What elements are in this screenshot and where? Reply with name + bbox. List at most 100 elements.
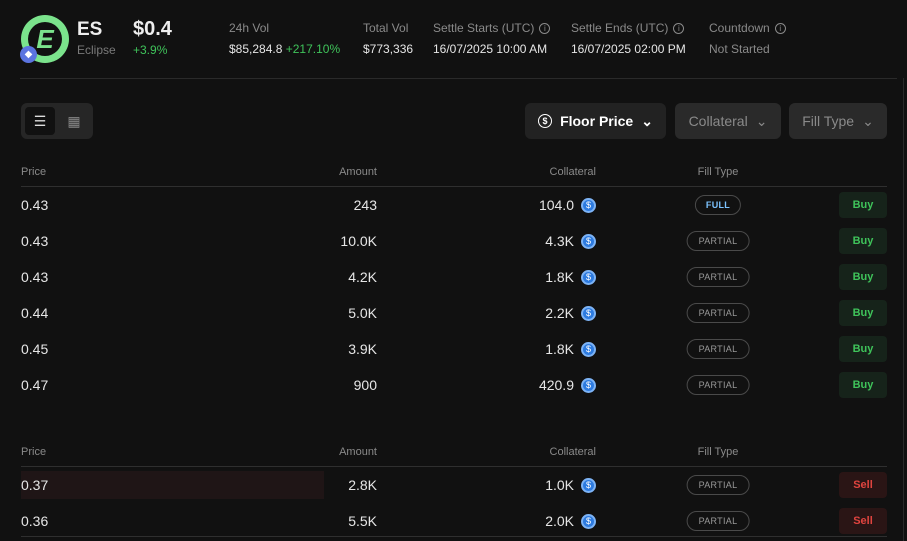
info-icon[interactable]: i [539, 22, 551, 34]
order-collateral: 1.0K $ [545, 477, 596, 493]
collateral-dropdown[interactable]: Collateral ⌄ [675, 103, 781, 139]
fill-type-badge: PARTIAL [686, 231, 750, 251]
buy-button[interactable]: Buy [839, 192, 887, 218]
floor-price-dropdown[interactable]: $ Floor Price ⌄ [525, 103, 666, 139]
order-collateral: 1.8K $ [545, 269, 596, 285]
stat-change: +217.10% [285, 42, 341, 56]
sell-orders-table: Price Amount Collateral Fill Type 0.37 2… [21, 437, 887, 539]
usdc-icon: $ [581, 233, 596, 249]
token-price: $0.4 [133, 18, 172, 40]
table-row[interactable]: 0.47 900 420.9 $ PARTIAL Buy [21, 367, 887, 403]
sell-button[interactable]: Sell [839, 472, 887, 498]
stat-label: Total Vol [363, 21, 409, 35]
footer-divider [21, 536, 887, 537]
dropdown-label: Collateral [688, 113, 748, 129]
collateral-value: 1.8K [545, 269, 574, 285]
chevron-down-icon: ⌄ [862, 112, 874, 129]
info-icon[interactable]: i [673, 22, 685, 34]
order-price: 0.37 [21, 477, 49, 493]
collateral-value: 2.0K [545, 513, 574, 529]
fill-type-badge: PARTIAL [686, 511, 750, 531]
order-collateral: 420.9 $ [539, 377, 596, 393]
chevron-down-icon: ⌄ [755, 112, 768, 129]
stat-label: 24h Vol [229, 21, 270, 35]
stat-24h-vol: 24h Vol $85,284.8 +217.10% [229, 21, 340, 56]
dropdown-label: Fill Type [802, 113, 855, 129]
table-row[interactable]: 0.36 5.5K 2.0K $ PARTIAL Sell [21, 503, 887, 539]
stat-label: Countdown [709, 21, 770, 35]
table-row[interactable]: 0.43 243 104.0 $ FULL Buy [21, 187, 887, 223]
view-toggle: ☰ ▦ [21, 103, 93, 139]
stat-label: Settle Ends (UTC) [571, 21, 669, 35]
grid-view-icon[interactable]: ▦ [59, 107, 89, 135]
fill-type-badge: PARTIAL [686, 375, 750, 395]
info-icon[interactable]: i [774, 22, 786, 34]
dollar-icon: $ [538, 114, 553, 128]
header-amount: Amount [339, 165, 377, 178]
list-view-icon[interactable]: ☰ [25, 107, 55, 135]
order-collateral: 2.0K $ [545, 513, 596, 529]
depth-bar [21, 471, 325, 499]
header-divider [20, 78, 897, 79]
table-row[interactable]: 0.43 10.0K 4.3K $ PARTIAL Buy [21, 223, 887, 259]
token-symbol: ES [77, 19, 103, 40]
order-amount: 2.8K [348, 477, 377, 493]
fill-type-badge: FULL [694, 195, 742, 215]
stat-value: $85,284.8 [229, 42, 283, 56]
usdc-icon: $ [581, 513, 596, 529]
fill-type-badge: PARTIAL [686, 339, 750, 359]
sell-button[interactable]: Sell [839, 508, 887, 534]
table-row[interactable]: 0.37 2.8K 1.0K $ PARTIAL Sell [21, 467, 887, 503]
stat-value: $773,336 [363, 42, 414, 56]
order-amount: 4.2K [348, 269, 377, 285]
order-amount: 3.9K [348, 341, 377, 357]
collateral-value: 2.2K [545, 305, 574, 321]
chevron-down-icon: ⌄ [641, 112, 653, 129]
collateral-value: 1.0K [545, 477, 574, 493]
dropdown-label: Floor Price [560, 113, 634, 129]
header-fill-type: Fill Type [697, 165, 739, 178]
fill-type-badge: PARTIAL [686, 267, 750, 287]
stat-settle-starts: Settle Starts (UTC) i 16/07/2025 10:00 AM [433, 21, 551, 56]
usdc-icon: $ [581, 341, 596, 357]
table-header: Price Amount Collateral Fill Type [21, 157, 887, 187]
stat-value: 16/07/2025 02:00 PM [571, 42, 686, 56]
panel-border [903, 78, 904, 541]
collateral-value: 1.8K [545, 341, 574, 357]
fill-type-badge: PARTIAL [686, 303, 750, 323]
order-collateral: 2.2K $ [545, 305, 596, 321]
order-price: 0.44 [21, 305, 49, 321]
buy-button[interactable]: Buy [839, 300, 887, 326]
buy-button[interactable]: Buy [839, 336, 887, 362]
header-amount: Amount [339, 445, 377, 458]
fill-type-badge: PARTIAL [686, 475, 750, 495]
order-amount: 5.5K [348, 513, 377, 529]
collateral-value: 104.0 [538, 197, 574, 213]
header-fill-type: Fill Type [697, 445, 739, 458]
order-price: 0.43 [21, 233, 49, 249]
usdc-icon: $ [581, 197, 596, 213]
stat-countdown: Countdown i Not Started [709, 21, 786, 56]
header-collateral: Collateral [549, 445, 596, 458]
token-name: Eclipse [77, 43, 116, 57]
usdc-icon: $ [581, 377, 596, 393]
header-price: Price [21, 165, 47, 178]
header-collateral: Collateral [549, 165, 596, 178]
buy-button[interactable]: Buy [839, 372, 887, 398]
buy-orders-table: Price Amount Collateral Fill Type 0.43 2… [21, 157, 887, 403]
table-header: Price Amount Collateral Fill Type [21, 437, 887, 467]
table-row[interactable]: 0.43 4.2K 1.8K $ PARTIAL Buy [21, 259, 887, 295]
fill-type-dropdown[interactable]: Fill Type ⌄ [789, 103, 887, 139]
usdc-icon: $ [581, 305, 596, 321]
order-amount: 5.0K [348, 305, 377, 321]
header-price: Price [21, 445, 47, 458]
collateral-value: 420.9 [538, 377, 574, 393]
stat-settle-ends: Settle Ends (UTC) i 16/07/2025 02:00 PM [571, 21, 686, 56]
table-row[interactable]: 0.44 5.0K 2.2K $ PARTIAL Buy [21, 295, 887, 331]
table-row[interactable]: 0.45 3.9K 1.8K $ PARTIAL Buy [21, 331, 887, 367]
buy-button[interactable]: Buy [839, 228, 887, 254]
collateral-value: 4.3K [545, 233, 574, 249]
stat-value: 16/07/2025 10:00 AM [433, 42, 548, 56]
order-collateral: 4.3K $ [545, 233, 596, 249]
buy-button[interactable]: Buy [839, 264, 887, 290]
